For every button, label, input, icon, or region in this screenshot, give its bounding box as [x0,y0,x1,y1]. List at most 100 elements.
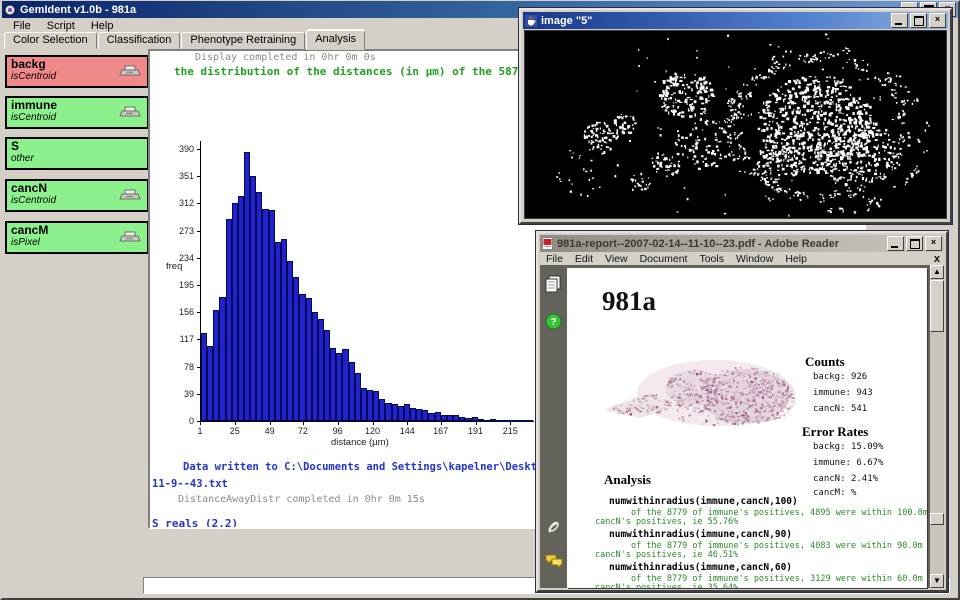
y-axis-tick: 0 [164,416,194,426]
x-axis-tick: 72 [290,426,316,436]
adobe-menubar: File Edit View Document Tools Window Hel… [540,252,944,265]
help-icon[interactable]: ? [545,313,562,330]
adobe-menu-edit[interactable]: Edit [569,253,599,265]
x-axis-tick: 96 [325,426,351,436]
scrollbar-thumb[interactable] [930,280,944,332]
y-axis-tick: 156 [164,307,194,317]
attachments-paperclip-icon[interactable] [545,517,562,537]
image5-minimize-button[interactable] [891,13,908,28]
printer-icon [119,231,141,244]
tab-classification[interactable]: Classification [98,32,181,49]
error-row: immune: 6.67% [813,458,883,468]
pages-panel-icon[interactable] [545,275,562,293]
console-status-line: Display completed in 0hr 0m 0s [195,52,376,63]
pdf-page: 981a Counts backg: 926 immune: 943 cancN… [567,268,927,588]
count-row: backg: 926 [813,372,867,382]
count-row: immune: 943 [813,388,873,398]
adobe-close-button[interactable]: × [925,236,942,251]
menu-script[interactable]: Script [40,19,82,33]
adobe-menu-view[interactable]: View [599,253,634,265]
console-headline: the distribution of the distances (in μm… [174,65,545,78]
phenotype-card-immune[interactable]: immuneisCentroid [5,96,149,129]
error-row: cancN: 2.41% [813,474,878,484]
x-axis-tick: 191 [463,426,489,436]
analysis-body: cancN's positives, ie 55.76% [595,517,738,527]
adobe-menu-file[interactable]: File [540,253,569,265]
adobe-title: 981a-report--2007-02-14--11-10--23.pdf -… [557,238,839,250]
x-axis-tick: 167 [428,426,454,436]
y-axis-tick: 390 [164,144,194,154]
error-rates-heading: Error Rates [802,424,868,440]
scroll-down-button[interactable]: ▼ [930,574,944,588]
tab-phenotype-retraining[interactable]: Phenotype Retraining [181,32,305,49]
svg-text:?: ? [550,317,556,328]
phenotype-card-cancM[interactable]: cancMisPixel [5,221,149,254]
tissue-thumbnail-image [595,348,800,443]
console-data-written-line2: 11-9--43.txt [152,478,228,490]
window-title: GemIdent v1.0b - 981a [20,4,136,16]
adobe-maximize-button[interactable] [906,236,923,251]
pdf-file-icon [542,237,553,250]
adobe-content-area: ? 981a Counts backg: 926 immune: 943 can… [540,265,944,588]
analysis-fn: numwithinradius(immune,cancN,60) [609,562,792,573]
printer-icon [119,189,141,202]
phenotype-card-cancN[interactable]: cancNisCentroid [5,179,149,212]
phenotype-card-S[interactable]: Sother [5,137,149,170]
scroll-page-widget[interactable] [930,513,944,525]
count-row: cancN: 541 [813,404,867,414]
console-clipped-line: S reals (2,2) [152,517,238,529]
x-axis-tick: 1 [187,426,213,436]
console-status-line2: DistanceAwayDistr completed in 0hr 0m 15… [178,494,425,505]
y-axis-tick: 78 [164,362,194,372]
x-axis-label: distance (μm) [331,437,389,448]
gemident-app-icon [4,4,16,16]
y-axis-label: freq [166,261,182,272]
adobe-minimize-button[interactable] [887,236,904,251]
phenotype-card-backg[interactable]: backgisCentroid [5,55,149,88]
analysis-heading: Analysis [604,472,651,488]
image5-maximize-button[interactable] [910,13,927,28]
printer-icon [119,106,141,119]
image5-window: image "5" × [519,8,952,224]
pdf-scrollbar[interactable]: ▲ ▼ [930,265,944,588]
analysis-body: cancN's positives, ie 46.51% [595,550,738,560]
adobe-menu-help[interactable]: Help [779,253,813,265]
menu-help[interactable]: Help [84,19,121,33]
java-cup-icon [525,15,537,27]
y-axis-tick: 351 [164,171,194,181]
adobe-menu-document[interactable]: Document [634,253,694,265]
pdf-doc-title: 981a [602,286,656,317]
y-axis-tick: 195 [164,280,194,290]
x-axis-tick: 25 [222,426,248,436]
x-axis-tick: 49 [257,426,283,436]
adobe-menu-tools[interactable]: Tools [693,253,730,265]
counts-heading: Counts [805,354,845,370]
x-axis-tick: 144 [394,426,420,436]
printer-icon [119,65,141,78]
scroll-up-button[interactable]: ▲ [930,265,944,279]
binary-mask-image [524,30,947,219]
adobe-titlebar[interactable]: 981a-report--2007-02-14--11-10--23.pdf -… [540,235,944,252]
x-axis-tick: 215 [497,426,523,436]
analysis-fn: numwithinradius(immune,cancN,100) [609,496,798,507]
adobe-navigation-rail: ? [540,265,567,588]
analysis-fn: numwithinradius(immune,cancN,90) [609,529,792,540]
phenotype-name: S [11,140,143,153]
y-axis-tick: 117 [164,334,194,344]
comments-icon[interactable] [545,553,564,569]
binary-mask-canvas [525,31,946,218]
image5-close-button[interactable]: × [929,13,946,28]
menu-file[interactable]: File [6,19,38,33]
tab-analysis[interactable]: Analysis [306,30,365,50]
x-axis-tick: 120 [360,426,386,436]
error-row: cancM: % [813,488,856,498]
adobe-menu-window[interactable]: Window [730,253,779,265]
close-document-button[interactable]: x [934,253,944,265]
histogram-bar [527,420,533,422]
analysis-body: cancN's positives, ie 35.64% [595,583,738,588]
error-row: backg: 15.09% [813,442,883,452]
y-axis-tick: 312 [164,198,194,208]
image5-titlebar[interactable]: image "5" × [523,12,948,29]
y-axis-tick: 39 [164,389,194,399]
tab-color-selection[interactable]: Color Selection [4,32,97,49]
